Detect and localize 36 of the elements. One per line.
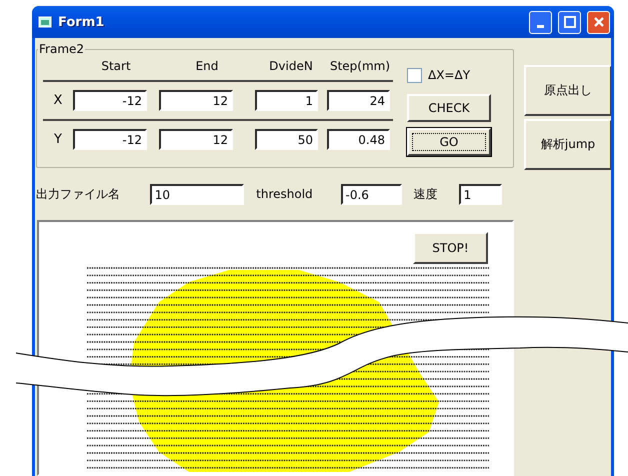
minimize-button[interactable] [529,10,552,34]
row-label: Y [53,132,63,148]
column-header: End [194,58,220,75]
number-field[interactable]: 0.48 [327,129,390,150]
checkbox[interactable] [407,68,422,82]
column-header: DvideN [268,58,314,75]
maximize-button[interactable] [558,10,581,34]
stop-button[interactable]: STOP! [413,232,488,264]
close-button[interactable] [587,10,610,34]
side-button[interactable]: 解析jump [524,119,611,170]
minimize-icon [537,24,544,28]
window-title: Form1 [58,14,106,30]
maximize-icon [564,16,576,28]
column-header: Step(mm) [328,58,392,75]
action-button[interactable]: CHECK [407,94,491,122]
number-field[interactable]: -12 [73,129,147,150]
setting-label: 出力ファイル名 [36,186,121,202]
number-field[interactable]: 1 [255,90,318,111]
setting-field[interactable]: -0.6 [340,184,402,204]
number-field[interactable]: 12 [159,90,233,111]
action-button[interactable]: GO [407,128,491,156]
checkbox-label: ΔX=ΔY [428,68,470,82]
number-field[interactable]: 50 [255,129,318,150]
setting-label: threshold [256,187,314,201]
window-icon [38,16,52,28]
side-button[interactable]: 原点出し [524,65,611,116]
close-icon [592,16,604,28]
number-field[interactable]: 12 [159,129,233,150]
number-field[interactable]: 24 [327,90,390,111]
number-field[interactable]: -12 [73,90,147,111]
setting-label: 速度 [414,186,439,202]
column-header: Start [100,58,132,75]
setting-field[interactable]: 10 [150,184,244,204]
setting-field[interactable]: 1 [458,184,502,204]
row-label: X [52,92,64,108]
frame-label: Frame2 [38,42,86,56]
